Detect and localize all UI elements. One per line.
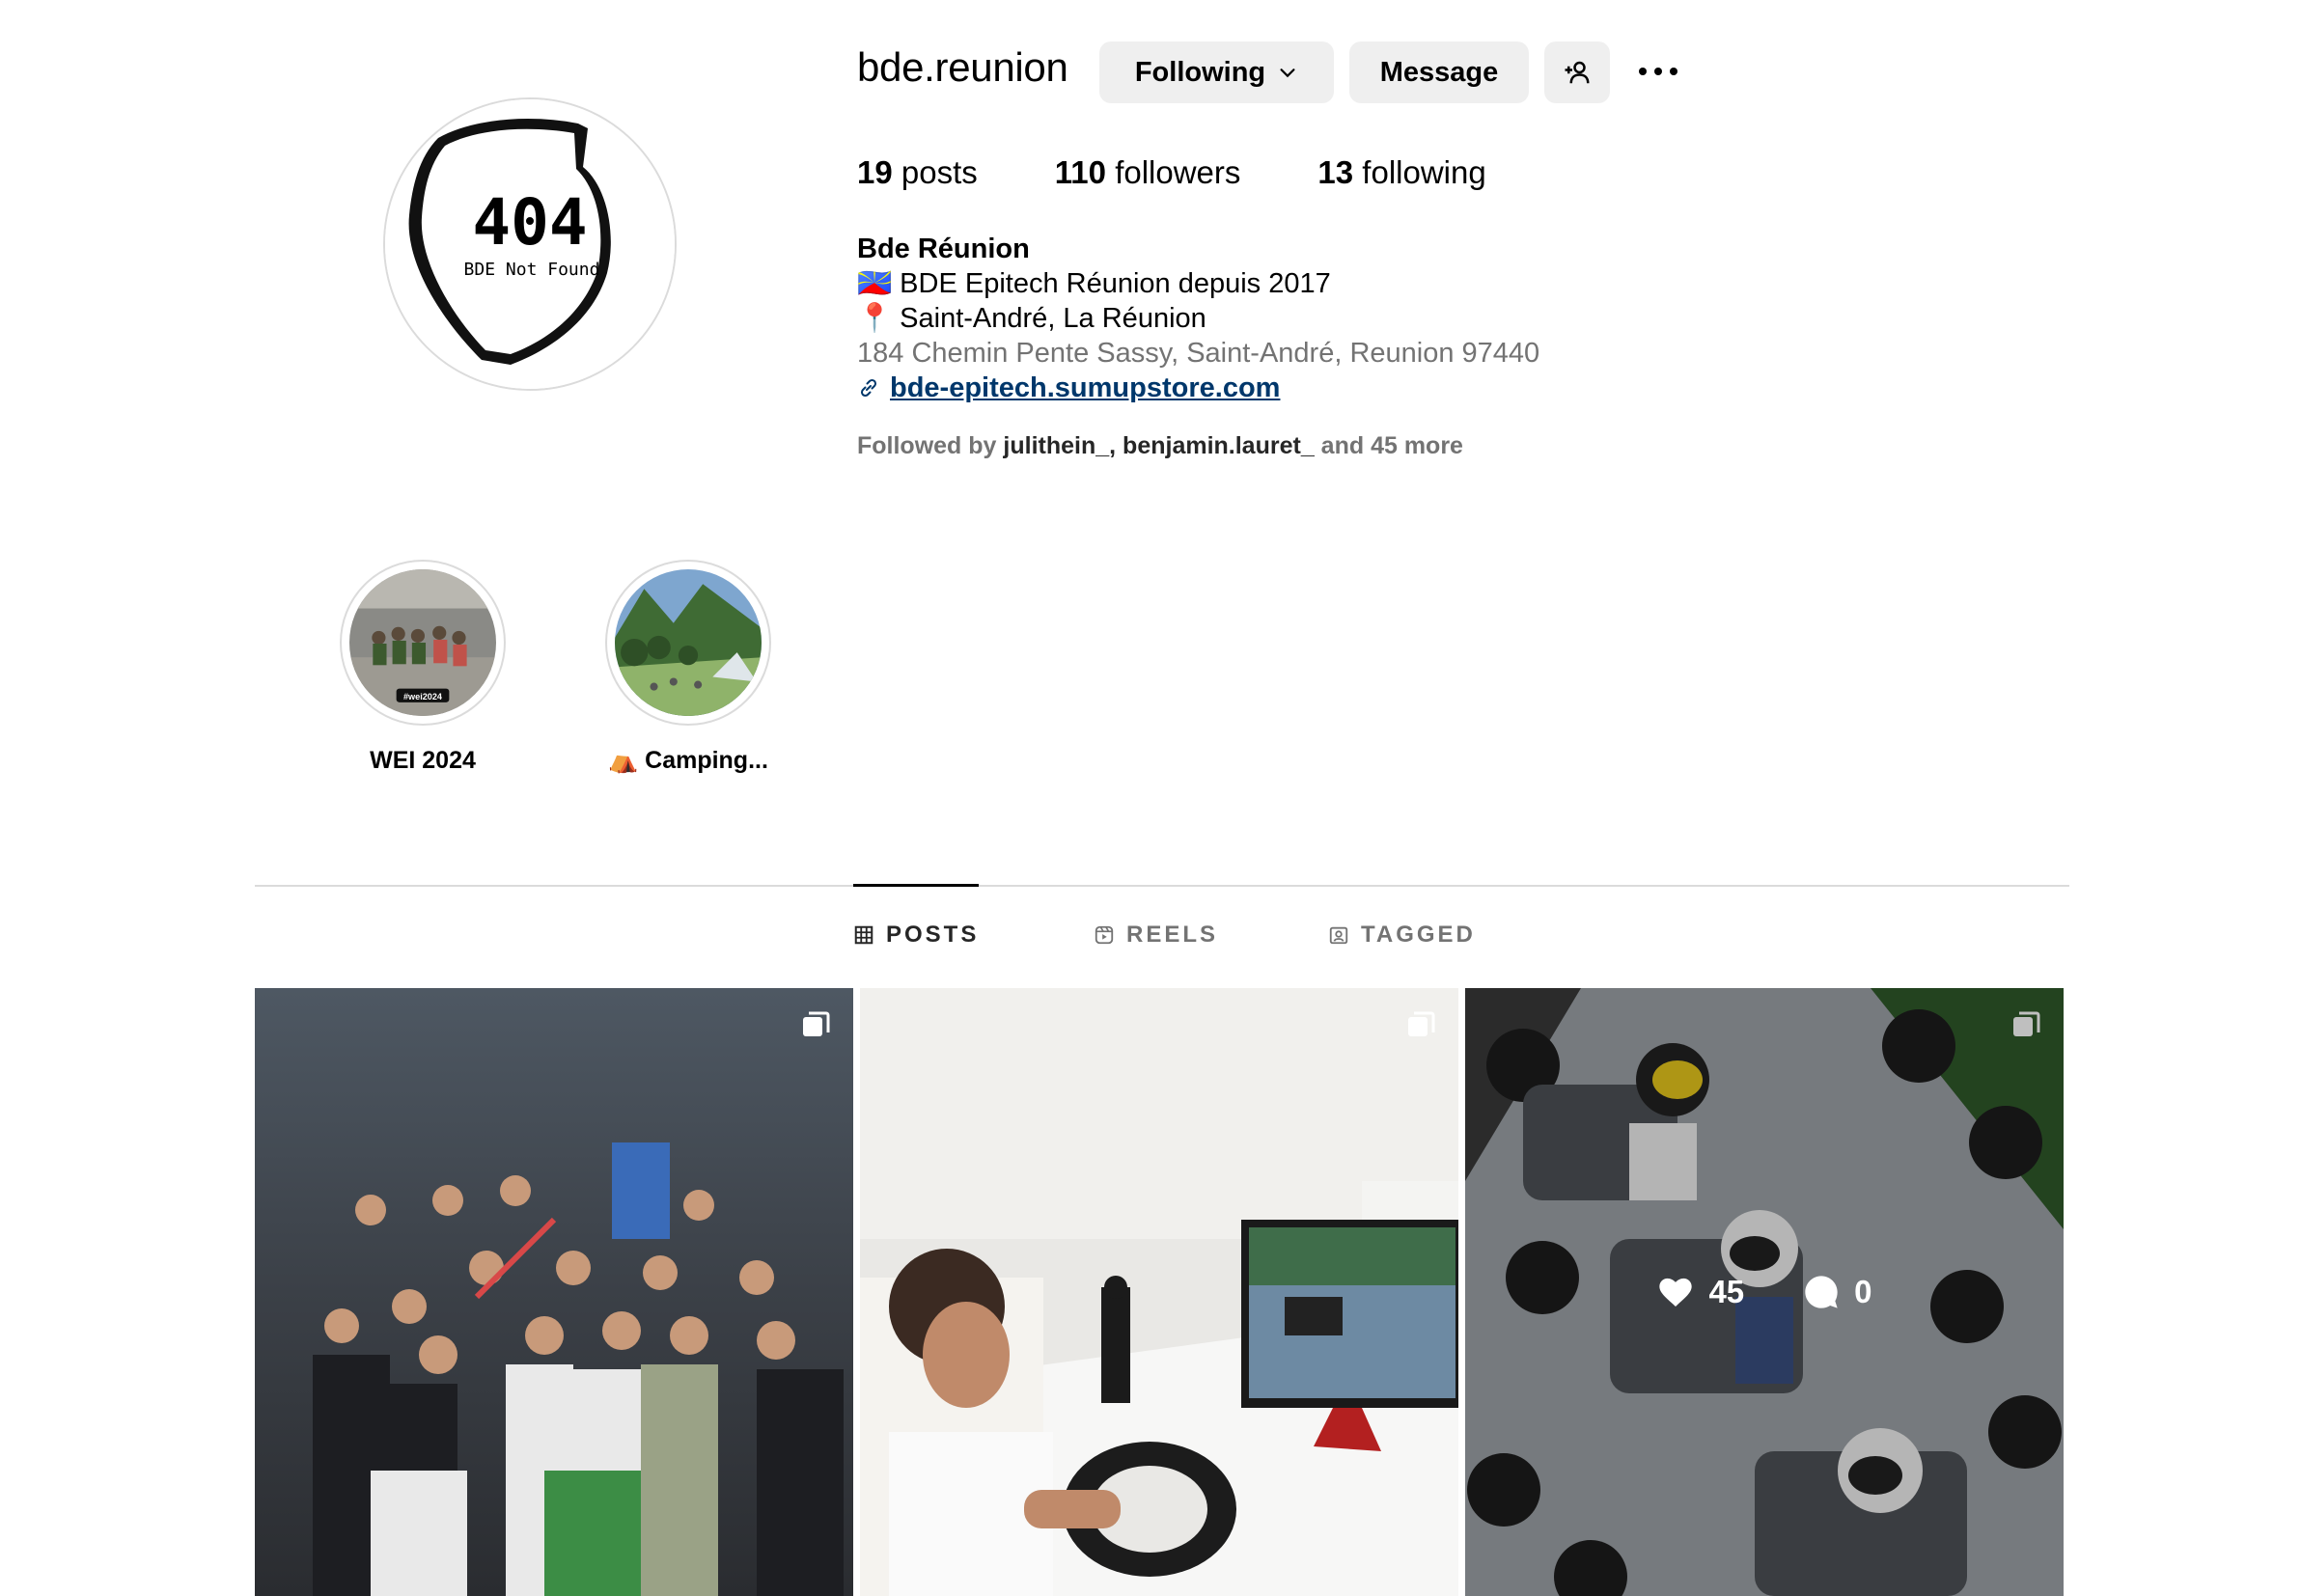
followed-by-separator: , (1109, 432, 1123, 459)
profile-username: bde.reunion (857, 44, 1068, 90)
more-options-icon[interactable] (1629, 56, 1687, 87)
profile-bio: Bde Réunion 🇷🇪 BDE Epitech Réunion depui… (857, 232, 1539, 405)
posts-count: 19 (857, 154, 893, 190)
profile-avatar[interactable]: 404 BDE Not Found (383, 97, 677, 391)
suggested-users-button[interactable] (1544, 41, 1610, 103)
message-button-label: Message (1379, 56, 1499, 88)
avatar-logo-image: 404 BDE Not Found (385, 99, 675, 389)
carousel-icon (803, 1011, 830, 1036)
highlight-label: WEI 2024 (370, 747, 476, 774)
followed-by[interactable]: Followed by julithein_, benjamin.lauret_… (857, 432, 1463, 460)
tab-posts-label: POSTS (886, 922, 980, 948)
reels-icon (1095, 925, 1114, 945)
highlight-wei-2024[interactable]: #wei2024 WEI 2024 (340, 560, 506, 775)
active-tab-indicator (853, 884, 979, 887)
comments-stat: 0 (1802, 1273, 1872, 1311)
link-icon (860, 378, 877, 398)
posts-count-stat[interactable]: 19 posts (857, 154, 978, 191)
highlight-camping[interactable]: ⛺ Camping... (596, 560, 781, 775)
bio-link-text: bde-epitech.sumupstore.com (890, 372, 1281, 403)
profile-display-name: Bde Réunion (857, 234, 1030, 264)
more-dot (1639, 68, 1647, 75)
bio-line-2: 📍 Saint-André, La Réunion (857, 301, 1539, 336)
post-hover-overlay: 45 0 (1465, 988, 2064, 1596)
following-count: 13 (1317, 154, 1354, 190)
tab-tagged[interactable]: TAGGED (1328, 922, 1476, 949)
comments-count: 0 (1854, 1274, 1872, 1309)
followers-stat[interactable]: 110 followers (1055, 154, 1241, 191)
highlight-cover-wei: #wei2024 (349, 569, 496, 716)
bio-line-1-text: BDE Epitech Réunion depuis 2017 (900, 268, 1331, 299)
followed-by-user-2[interactable]: benjamin.lauret_ (1123, 432, 1315, 459)
highlight-cover-image (615, 569, 762, 716)
more-dot (1654, 68, 1662, 75)
highlight-cover-camping (615, 569, 762, 716)
tagged-icon (1329, 926, 1348, 945)
tab-tagged-label: TAGGED (1361, 922, 1476, 948)
bio-line-1: 🇷🇪 BDE Epitech Réunion depuis 2017 (857, 266, 1539, 301)
following-stat[interactable]: 13 following (1317, 154, 1485, 191)
followed-by-user-1[interactable]: julithein_ (1003, 432, 1109, 459)
likes-stat: 45 (1656, 1273, 1744, 1311)
carousel-icon (1408, 1011, 1435, 1036)
followers-count: 110 (1054, 154, 1107, 190)
location-pin-icon: 📍 (857, 303, 893, 334)
profile-stats: 19 posts 110 followers 13 following (857, 154, 1564, 191)
heart-icon (1659, 1278, 1693, 1307)
add-user-icon (1565, 61, 1590, 84)
highlight-ring: #wei2024 (340, 560, 506, 726)
bio-link[interactable]: bde-epitech.sumupstore.com (857, 371, 1539, 405)
post-image-group-photo (255, 988, 853, 1596)
post-tile-hovered[interactable]: 45 0 (1465, 988, 2064, 1596)
grid-icon (854, 925, 873, 945)
more-dot (1670, 68, 1677, 75)
bio-line-2-text: Saint-André, La Réunion (900, 303, 1206, 334)
post-image-simulator (860, 988, 1458, 1596)
tabs-divider (255, 885, 2069, 887)
following-button[interactable]: Following (1099, 41, 1334, 103)
followed-by-suffix: and 45 more (1320, 432, 1463, 459)
followed-by-prefix: Followed by (857, 432, 997, 459)
post-tile[interactable] (255, 988, 853, 1596)
highlight-label: ⛺ Camping... (608, 747, 768, 774)
likes-count: 45 (1708, 1274, 1745, 1309)
post-tile[interactable] (860, 988, 1458, 1596)
tab-reels-label: REELS (1126, 922, 1219, 948)
followers-label: followers (1115, 154, 1241, 190)
svg-text:BDE Not Found: BDE Not Found (464, 260, 600, 280)
following-stat-label: following (1362, 154, 1486, 190)
tab-reels[interactable]: REELS (1094, 922, 1218, 949)
highlight-cover-image: #wei2024 (349, 569, 496, 716)
svg-text:404: 404 (472, 185, 587, 260)
following-button-label: Following (1134, 56, 1266, 88)
highlight-ring (605, 560, 771, 726)
chevron-down-icon (1280, 69, 1295, 78)
posts-label: posts (901, 154, 978, 190)
bio-address[interactable]: 184 Chemin Pente Sassy, Saint-André, Reu… (857, 336, 1539, 371)
comment-icon (1805, 1276, 1838, 1308)
tab-posts[interactable]: POSTS (853, 922, 979, 949)
message-button[interactable]: Message (1349, 41, 1529, 103)
svg-text:#wei2024: #wei2024 (403, 692, 443, 702)
flag-icon: 🇷🇪 (857, 268, 893, 299)
